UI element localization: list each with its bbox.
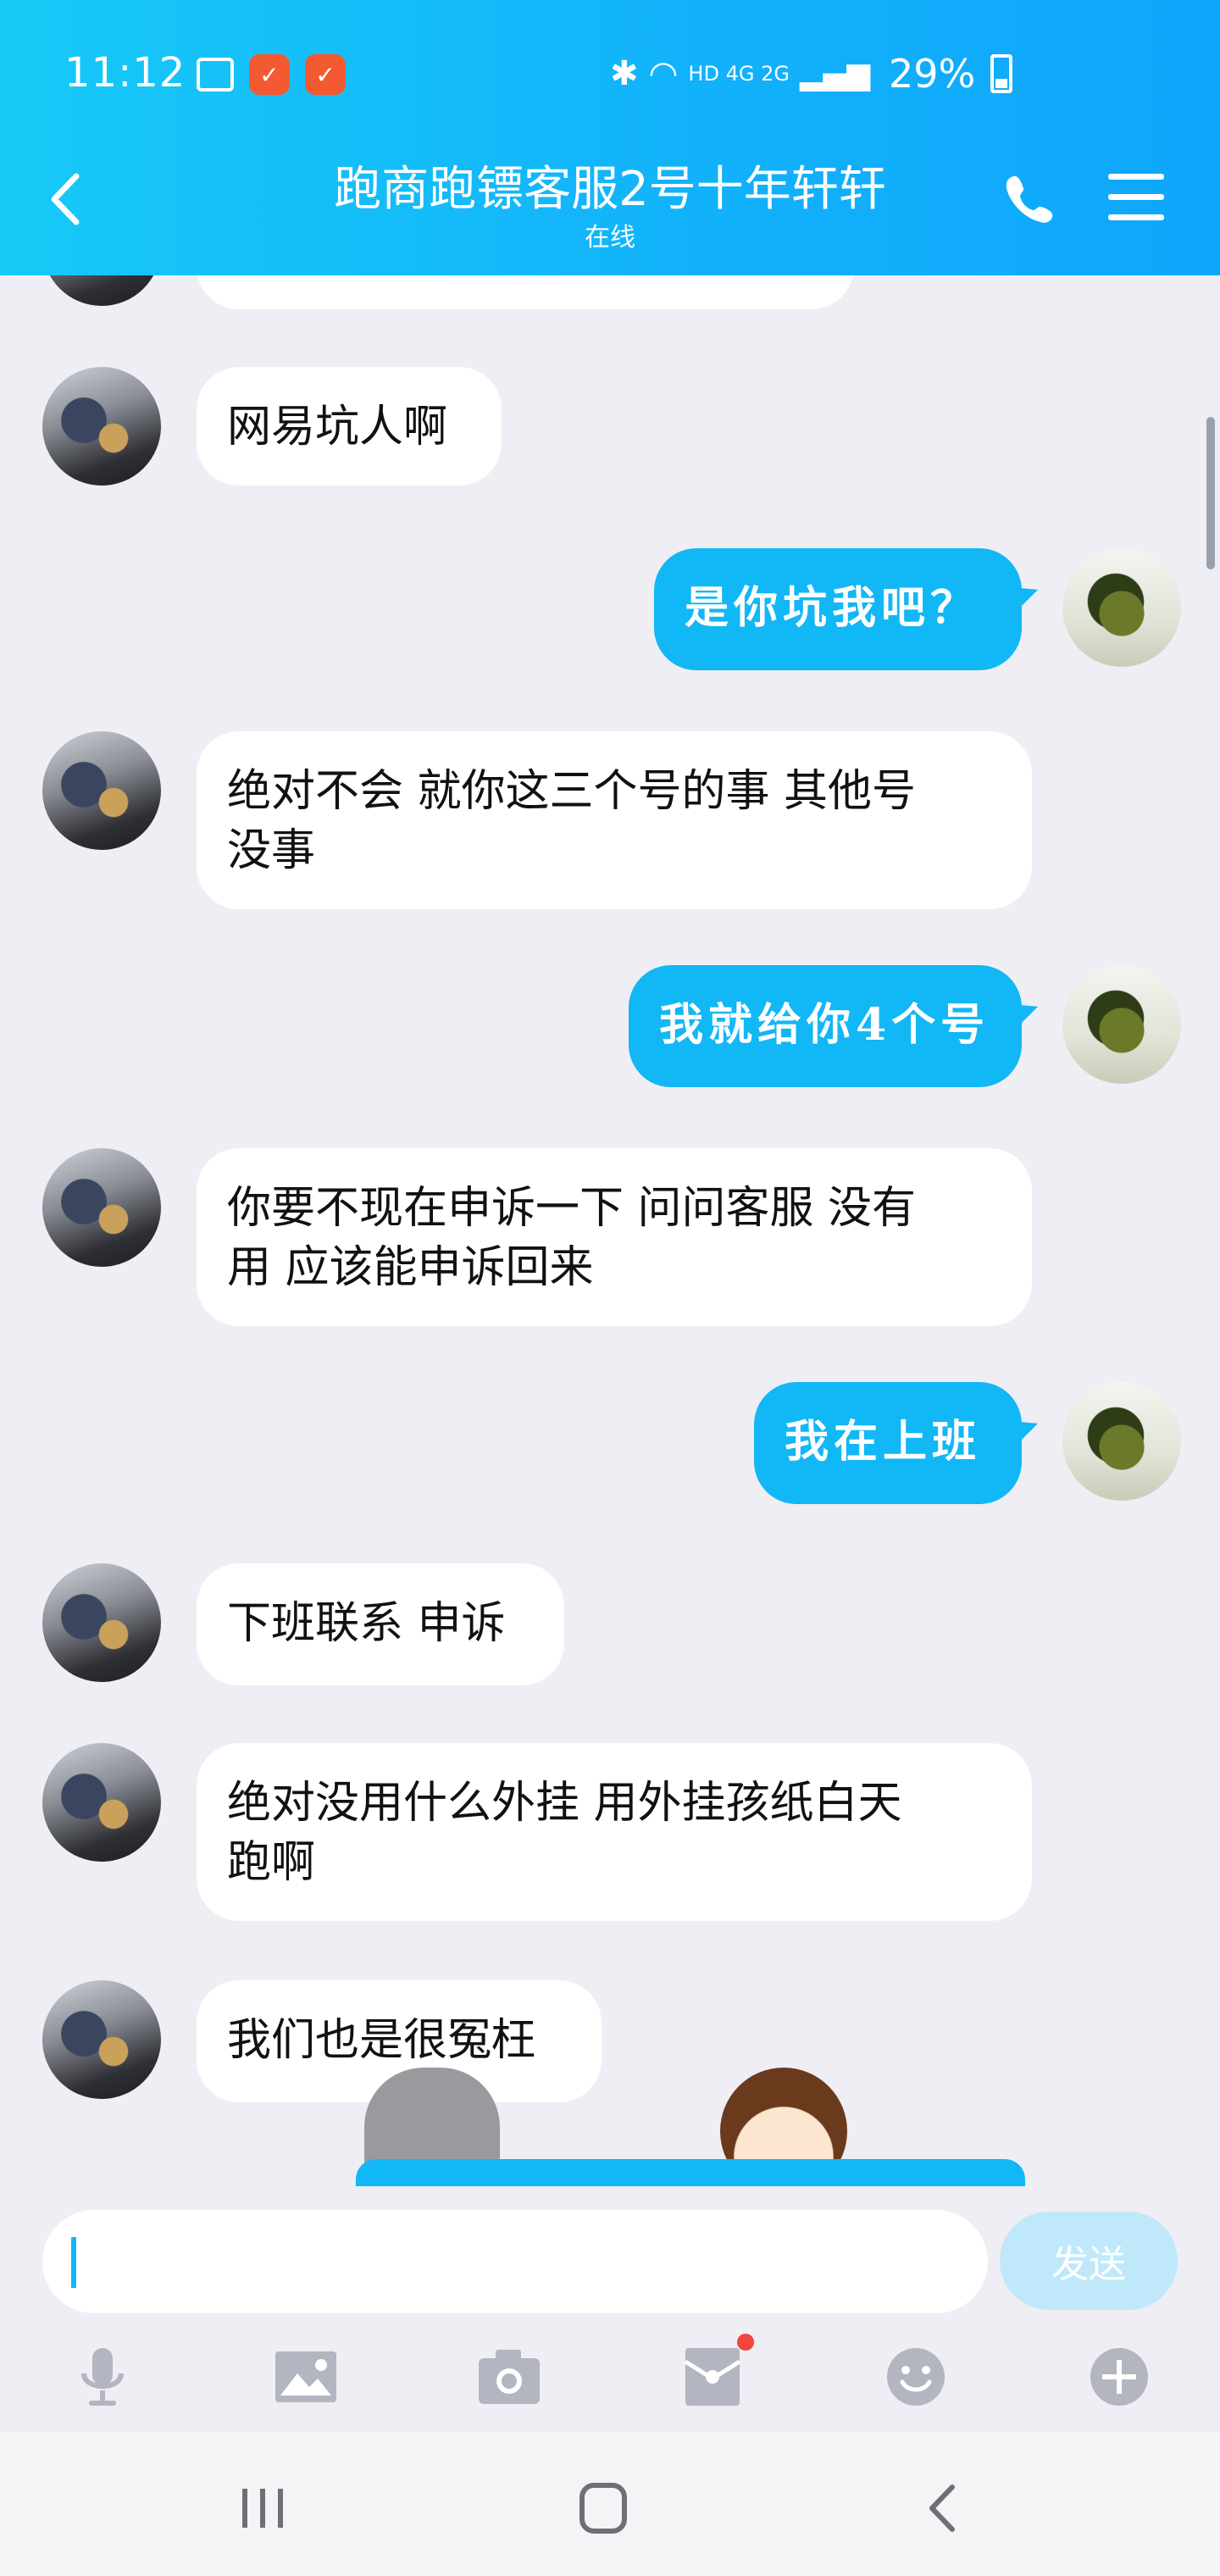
bluetooth-icon: ✱ (610, 54, 639, 93)
message-input[interactable] (42, 2210, 988, 2313)
menu-line (1108, 174, 1164, 180)
message-bubble[interactable]: 下班联系 申诉 (197, 1563, 564, 1685)
message-text-line: 绝对没用什么外挂 用外挂孩纸白天 (227, 1778, 902, 1829)
phone-icon (1006, 175, 1053, 223)
contact-avatar[interactable] (42, 1148, 161, 1267)
recents-button[interactable] (229, 2479, 297, 2538)
chat-title: 跑商跑镖客服2号十年轩轩 (334, 162, 886, 217)
message-text-line: 绝对不会 就你这三个号的事 其他号 (227, 766, 917, 817)
message-bubble-sent[interactable]: 是你坑我吧？ (654, 548, 1022, 670)
message-text: 是你坑我吧？ (685, 582, 980, 634)
message-text-line: 你要不现在申诉一下 问问客服 没有 (227, 1183, 917, 1234)
nav-back-button[interactable] (910, 2479, 978, 2538)
network-label: HD 4G 2G (688, 62, 790, 86)
message-text-line: 没事 (227, 825, 316, 876)
chevron-left-icon (51, 173, 80, 225)
online-status: 在线 (585, 223, 635, 253)
app-notification-icon: ✓ (249, 54, 290, 95)
message-text: 网易坑人啊 (227, 402, 448, 452)
call-button[interactable] (1001, 171, 1057, 227)
message-bubble[interactable]: 绝对没用什么外挂 用外挂孩纸白天 跑啊 (197, 1743, 1032, 1921)
message-bubble-partial[interactable] (197, 275, 854, 309)
message-text: 我们也是很冤枉 (227, 2015, 536, 2066)
contact-avatar[interactable] (42, 367, 161, 486)
contact-avatar[interactable] (42, 731, 161, 850)
recents-icon (242, 2489, 283, 2528)
camera-button[interactable] (471, 2339, 547, 2415)
message-text-line: 跑啊 (227, 1837, 316, 1888)
notification-dot (737, 2334, 754, 2351)
message-text: 我就给你4个号 (659, 999, 990, 1051)
my-avatar[interactable] (1062, 1382, 1181, 1501)
menu-line (1108, 194, 1164, 200)
back-icon (929, 2484, 955, 2532)
back-button[interactable] (42, 169, 93, 229)
menu-line (1108, 214, 1164, 220)
composer-toolbar (0, 2330, 1220, 2432)
contact-avatar[interactable] (42, 275, 161, 306)
emoji-icon (887, 2348, 945, 2406)
red-packet-button[interactable] (674, 2334, 754, 2415)
contact-avatar[interactable] (42, 1743, 161, 1862)
message-bubble[interactable]: 网易坑人啊 (197, 367, 502, 486)
image-icon (275, 2351, 336, 2402)
scrollbar[interactable] (1206, 417, 1215, 569)
text-cursor (71, 2237, 76, 2288)
message-text-line: 用 应该能申诉回来 (227, 1242, 594, 1293)
voice-button[interactable] (64, 2339, 141, 2415)
signal-icon: ▂▄▆ (799, 56, 871, 92)
message-bubble-sent[interactable]: 我在上班 (754, 1382, 1022, 1504)
my-avatar[interactable] (1062, 548, 1181, 667)
contact-avatar[interactable] (42, 1563, 161, 1682)
red-packet-icon (684, 2348, 741, 2406)
battery-percent: 29% (889, 51, 976, 97)
microphone-icon (81, 2348, 124, 2406)
battery-icon (990, 54, 1013, 93)
send-button[interactable]: 发送 (1000, 2212, 1178, 2310)
message-text: 我在上班 (785, 1416, 982, 1468)
emoji-button[interactable] (878, 2339, 954, 2415)
gallery-notification-icon (197, 58, 234, 92)
status-time: 11:12 (64, 49, 186, 97)
wifi-icon: ◠ (648, 54, 679, 93)
home-icon (580, 2483, 627, 2534)
message-text: 下班联系 申诉 (227, 1598, 506, 1649)
composer: 发送 (0, 2186, 1220, 2432)
more-button[interactable] (1081, 2339, 1157, 2415)
system-nav-bar (0, 2432, 1220, 2576)
message-bubble[interactable]: 你要不现在申诉一下 问问客服 没有 用 应该能申诉回来 (197, 1148, 1032, 1326)
image-button[interactable] (268, 2339, 344, 2415)
chat-header: 11:12 ✓ ✓ ✱ ◠ HD 4G 2G ▂▄▆ 29% 跑商跑镖客服2号十… (0, 0, 1220, 275)
my-avatar[interactable] (1062, 965, 1181, 1084)
message-bubble[interactable]: 绝对不会 就你这三个号的事 其他号 没事 (197, 731, 1032, 909)
message-list[interactable]: 网易坑人啊 是你坑我吧？ 绝对不会 就你这三个号的事 其他号 没事 我就给你4个… (0, 275, 1220, 2186)
contact-avatar[interactable] (42, 1980, 161, 2099)
plus-icon (1090, 2348, 1148, 2406)
app-notification-icon-2: ✓ (305, 54, 346, 95)
camera-icon (479, 2350, 540, 2404)
menu-button[interactable] (1108, 174, 1164, 225)
status-bar: 11:12 ✓ ✓ ✱ ◠ HD 4G 2G ▂▄▆ 29% (0, 42, 1220, 110)
message-bubble-sent[interactable]: 我就给你4个号 (629, 965, 1022, 1087)
home-button[interactable] (569, 2479, 637, 2538)
